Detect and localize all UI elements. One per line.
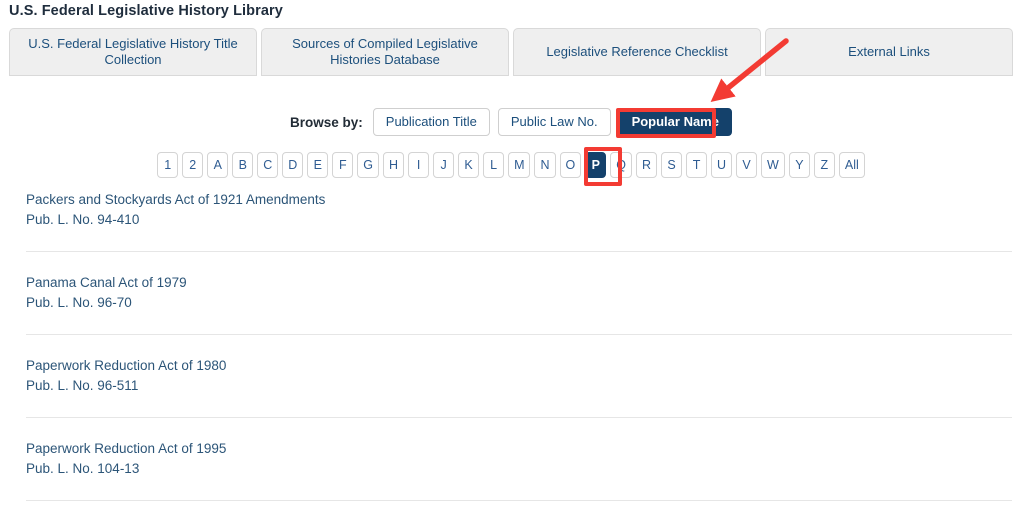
- tab-label: Legislative Reference Checklist: [546, 44, 728, 59]
- alphabet-button-y[interactable]: Y: [788, 152, 810, 178]
- alphabet-button-n[interactable]: N: [534, 152, 556, 178]
- result-divider: [26, 334, 1012, 335]
- alphabet-button-z[interactable]: Z: [813, 152, 835, 178]
- result-title[interactable]: Paperwork Reduction Act of 1995: [26, 439, 1012, 459]
- tab-label: U.S. Federal Legislative History Title C…: [28, 36, 238, 67]
- result-item: Packers and Stockyards Act of 1921 Amend…: [26, 190, 1012, 251]
- alphabet-button-o[interactable]: O: [559, 152, 582, 178]
- alphabet-button-i[interactable]: I: [408, 152, 430, 178]
- result-item: Paperwork Reduction Act of 1980 Pub. L. N…: [26, 356, 1012, 417]
- alphabet-button-s[interactable]: S: [661, 152, 683, 178]
- alphabet-button-k[interactable]: K: [458, 152, 480, 178]
- result-divider: [26, 251, 1012, 252]
- alphabet-button-l[interactable]: L: [483, 152, 505, 178]
- result-public-law-number: Pub. L. No. 96-511: [26, 378, 139, 393]
- alphabet-button-t[interactable]: T: [686, 152, 708, 178]
- tab-reference-checklist[interactable]: Legislative Reference Checklist: [513, 28, 761, 76]
- alphabet-button-g[interactable]: G: [357, 152, 380, 178]
- alphabet-button-c[interactable]: C: [257, 152, 279, 178]
- browse-by-row: Browse by: Publication Title Public Law …: [0, 108, 1022, 136]
- alphabet-button-j[interactable]: J: [433, 152, 455, 178]
- alphabet-button-v[interactable]: V: [736, 152, 758, 178]
- alphabet-button-m[interactable]: M: [508, 152, 531, 178]
- result-public-law-number: Pub. L. No. 94-410: [26, 212, 140, 227]
- alphabet-button-r[interactable]: R: [635, 152, 658, 178]
- result-title[interactable]: Panama Canal Act of 1979: [26, 273, 1012, 293]
- browse-by-label: Browse by:: [290, 114, 363, 130]
- alphabet-button-u[interactable]: U: [711, 152, 733, 178]
- tab-sources-database[interactable]: Sources of Compiled Legislative Historie…: [261, 28, 509, 76]
- alphabet-button-w[interactable]: W: [761, 152, 785, 178]
- alphabet-button-q[interactable]: Q: [610, 152, 632, 178]
- alphabet-button-h[interactable]: H: [383, 152, 405, 178]
- alphabet-button-e[interactable]: E: [307, 152, 329, 178]
- page-title: U.S. Federal Legislative History Library: [9, 3, 283, 19]
- result-item: Panama Canal Act of 1979 Pub. L. No. 96-7…: [26, 273, 1012, 334]
- alphabet-button-f[interactable]: F: [332, 152, 354, 178]
- alphabet-button-1[interactable]: 1: [157, 152, 179, 178]
- alphabet-button-all[interactable]: All: [838, 152, 865, 178]
- browse-by-popular-name[interactable]: Popular Name: [618, 108, 732, 136]
- result-item: Par Value Modification Act: [26, 522, 1012, 526]
- result-divider: [26, 417, 1012, 418]
- page-root: U.S. Federal Legislative History Library…: [0, 0, 1022, 526]
- alphabet-filter-row: 1 2 A B C D E F G H I J K L M N O P Q R S T U V W Y Z All: [0, 152, 1022, 178]
- results-list: Packers and Stockyards Act of 1921 Amend…: [26, 190, 1012, 526]
- result-public-law-number: Pub. L. No. 104-13: [26, 461, 140, 476]
- alphabet-button-a[interactable]: A: [207, 152, 229, 178]
- alphabet-button-2[interactable]: 2: [182, 152, 204, 178]
- browse-by-public-law-no[interactable]: Public Law No.: [497, 108, 611, 136]
- result-title[interactable]: Par Value Modification Act: [26, 522, 1012, 526]
- tab-external-links[interactable]: External Links: [765, 28, 1013, 76]
- tab-title-collection[interactable]: U.S. Federal Legislative History Title C…: [9, 28, 257, 76]
- tab-label: Sources of Compiled Legislative Historie…: [292, 36, 478, 67]
- tab-bar: U.S. Federal Legislative History Title C…: [9, 28, 1013, 76]
- result-title[interactable]: Paperwork Reduction Act of 1980: [26, 356, 1012, 376]
- alphabet-button-p[interactable]: P: [585, 152, 607, 178]
- result-item: Paperwork Reduction Act of 1995 Pub. L. N…: [26, 439, 1012, 500]
- tab-label: External Links: [848, 44, 930, 59]
- alphabet-button-d[interactable]: D: [282, 152, 304, 178]
- result-title[interactable]: Packers and Stockyards Act of 1921 Amend…: [26, 190, 1012, 210]
- alphabet-button-b[interactable]: B: [232, 152, 254, 178]
- result-public-law-number: Pub. L. No. 96-70: [26, 295, 132, 310]
- browse-by-publication-title[interactable]: Publication Title: [372, 108, 490, 136]
- result-divider: [26, 500, 1012, 501]
